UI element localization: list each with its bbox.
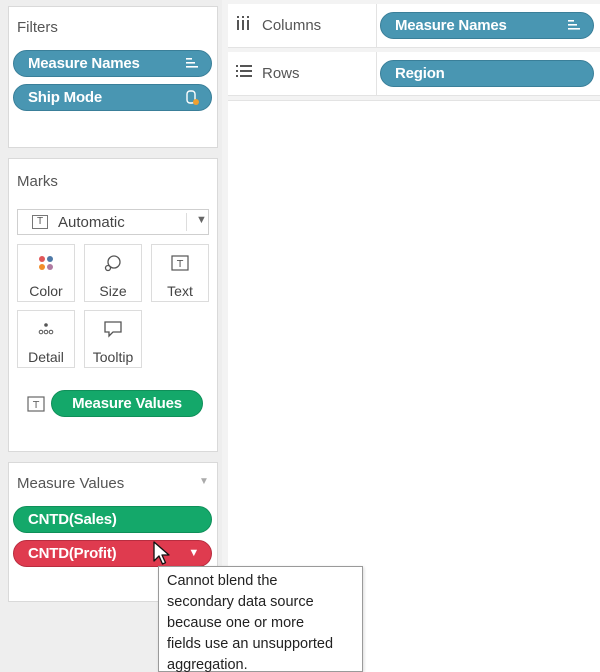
shelf-divider [376,4,377,48]
filter-pill-label: Ship Mode [28,89,103,106]
pill-label: Region [395,65,445,82]
detail-icon [18,319,74,339]
filter-pill-label: Measure Names [28,55,140,72]
sort-icon [567,18,581,35]
chevron-down-icon[interactable]: ▼ [188,547,199,559]
tooltip-line: Cannot blend the [167,573,278,589]
svg-text:T: T [32,400,40,411]
color-dots-icon [18,253,74,273]
marks-button-label: Detail [28,349,64,365]
marks-button-label: Text [167,283,193,299]
marks-button-label: Tooltip [92,349,134,365]
tooltip-line: fields use an unsupported [167,636,334,652]
tooltip-line: because one or more [167,615,305,631]
measure-pill-cntd-sales[interactable]: CNTD(Sales) [13,506,212,533]
columns-label-text: Columns [262,16,322,34]
text-mark-icon: T [32,215,48,229]
tooltip-line: secondary data source [167,594,314,610]
mark-type-dropdown[interactable]: T Automatic ▼ [17,209,209,235]
columns-icon [236,16,252,34]
chevron-down-icon[interactable]: ▼ [199,476,209,487]
rows-label-text: Rows [262,64,300,82]
context-filter-icon [185,90,199,109]
shelf-divider [376,52,377,96]
columns-pill-measure-names[interactable]: Measure Names [380,12,594,39]
marks-color-button[interactable]: Color [17,244,75,302]
filter-pill-ship-mode[interactable]: Ship Mode [13,84,212,111]
rows-shelf[interactable]: Rows Region [228,52,600,96]
columns-shelf[interactable]: Columns Measure Names [228,4,600,48]
dropdown-divider [186,213,187,231]
columns-shelf-label: Columns [236,16,321,34]
text-icon: T [152,253,208,273]
filter-pill-measure-names[interactable]: Measure Names [13,50,212,77]
marks-detail-button[interactable]: Detail [17,310,75,368]
svg-text:T: T [176,259,184,270]
pill-label: CNTD(Sales) [28,511,117,528]
filters-card: Filters Measure Names Ship Mode [8,6,218,148]
filter-list-icon [185,56,199,73]
blend-error-tooltip: Cannot blend the secondary data source b… [158,566,363,672]
marks-button-label: Size [99,283,127,299]
pill-label: CNTD(Profit) [28,545,117,562]
marks-text-button[interactable]: T Text [151,244,209,302]
chevron-down-icon[interactable]: ▼ [196,214,207,226]
rows-shelf-label: Rows [236,64,300,82]
mouse-cursor-icon [153,541,173,572]
marks-tooltip-button[interactable]: Tooltip [84,310,142,368]
marks-card: Marks T Automatic ▼ Color Size T Text De… [8,158,218,452]
size-icon [85,253,141,273]
mark-type-value: Automatic [58,214,125,231]
marks-title: Marks [17,173,58,190]
marks-text-pill-measure-values[interactable]: Measure Values [51,390,203,417]
text-mark-icon: T [27,396,45,417]
marks-button-label: Color [29,283,63,299]
filters-title: Filters [17,19,58,36]
tooltip-icon [85,319,141,339]
marks-size-button[interactable]: Size [84,244,142,302]
pill-label: Measure Names [395,17,507,34]
rows-icon [236,64,252,82]
measure-pill-cntd-profit[interactable]: CNTD(Profit) ▼ [13,540,212,567]
rows-pill-region[interactable]: Region [380,60,594,87]
pill-label: Measure Values [72,395,182,412]
tooltip-line: aggregation. [167,657,248,672]
measure-values-title: Measure Values [17,475,125,492]
